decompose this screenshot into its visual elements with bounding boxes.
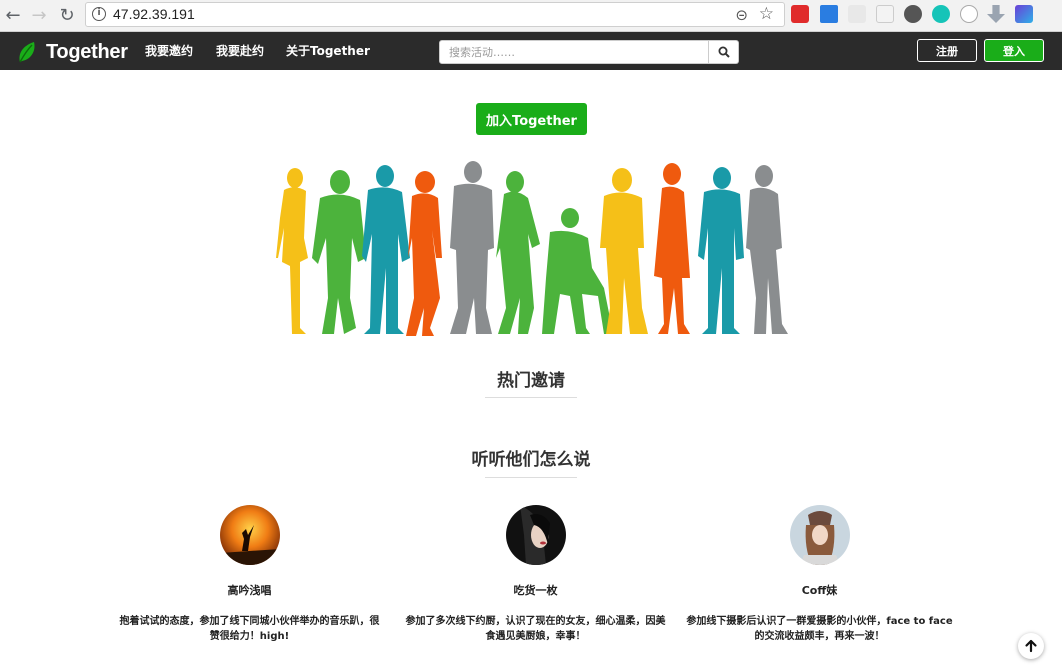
silhouette-orange-woman (406, 171, 442, 336)
silhouette-green-woman (496, 171, 540, 334)
brand-logo[interactable]: Together (16, 39, 128, 65)
reload-icon[interactable]: ↻ (56, 4, 78, 26)
nav-link-attend[interactable]: 我要赴约 (216, 42, 264, 59)
title-divider (485, 477, 577, 478)
silhouette-grey-man-2 (746, 165, 788, 334)
silhouette-grey-man (450, 161, 494, 334)
title-divider (485, 397, 577, 398)
extension-red-icon[interactable] (791, 5, 809, 23)
back-icon[interactable]: ← (2, 4, 24, 26)
extension-m-icon[interactable] (932, 5, 950, 23)
avatar (505, 505, 566, 565)
extension-compass-icon[interactable] (904, 5, 922, 23)
browser-toolbar: ← → ↻ i 47.92.39.191 ⊝ ☆ (0, 0, 1062, 32)
testimonial-text: 参加线下摄影后认识了一群爱摄影的小伙伴，face to face的交流收益颇丰，… (686, 616, 953, 642)
register-button[interactable]: 注册 (917, 39, 977, 62)
testimonial-name: 吃货一枚 (513, 584, 558, 597)
extension-calendar-icon[interactable] (820, 5, 838, 23)
avatar (219, 505, 280, 565)
login-button[interactable]: 登入 (984, 39, 1044, 62)
download-icon[interactable] (987, 5, 1005, 23)
star-icon[interactable]: ☆ (759, 4, 774, 24)
testimonial-text: 抱着试试的态度，参加了线下同城小伙伴举办的音乐趴，很赞很给力！high! (119, 616, 380, 642)
silhouette-teal-man-2 (698, 167, 744, 334)
arrow-up-icon (1025, 639, 1037, 653)
testimonial-name: Coff妹 (801, 584, 838, 597)
testimonials-title: 听听他们怎么说 (471, 450, 591, 470)
nav-link-about[interactable]: 关于Together (286, 42, 370, 59)
forward-icon[interactable]: → (28, 4, 50, 26)
search-form (439, 40, 739, 64)
url-text: 47.92.39.191 (113, 6, 195, 22)
brand-name: Together (46, 40, 128, 63)
search-button[interactable] (709, 40, 739, 64)
testimonial-card: 高吟浅唱 抱着试试的态度，参加了线下同城小伙伴举办的音乐趴，很赞很给力！high… (107, 505, 392, 644)
address-bar[interactable]: i 47.92.39.191 ⊝ ☆ (85, 2, 785, 27)
avatar (789, 505, 850, 565)
testimonial-text: 参加了多次线下约厨，认识了现在的女友，细心温柔，因美食遇见美厨娘，幸事！ (405, 616, 666, 642)
scroll-to-top-button[interactable] (1018, 633, 1044, 659)
extension-shield-icon[interactable] (848, 5, 866, 23)
silhouette-orange-woman-2 (654, 163, 690, 334)
extension-note-icon[interactable] (876, 5, 894, 23)
silhouette-green-man (312, 170, 366, 334)
testimonial-card: Coff妹 参加线下摄影后认识了一群爱摄影的小伙伴，face to face的交… (677, 505, 962, 644)
testimonial-name: 高吟浅唱 (227, 584, 272, 597)
zoom-icon[interactable]: ⊝ (735, 6, 748, 24)
info-icon[interactable]: i (92, 7, 106, 21)
testimonial-card: 吃货一枚 参加了多次线下约厨，认识了现在的女友，细心温柔，因美食遇见美厨娘，幸事… (393, 505, 678, 644)
join-button[interactable]: 加入Together (476, 103, 587, 135)
extension-profile-icon[interactable] (1015, 5, 1033, 23)
search-icon (718, 46, 730, 58)
silhouette-teal-man (362, 165, 410, 334)
extension-circle-icon[interactable] (960, 5, 978, 23)
crowd-silhouette-illustration (276, 161, 788, 336)
search-input[interactable] (439, 40, 709, 64)
leaf-icon (19, 42, 35, 63)
nav-link-invite[interactable]: 我要邀约 (145, 42, 193, 59)
silhouette-yellow-woman (276, 168, 308, 334)
hot-invites-title: 热门邀请 (497, 371, 565, 391)
